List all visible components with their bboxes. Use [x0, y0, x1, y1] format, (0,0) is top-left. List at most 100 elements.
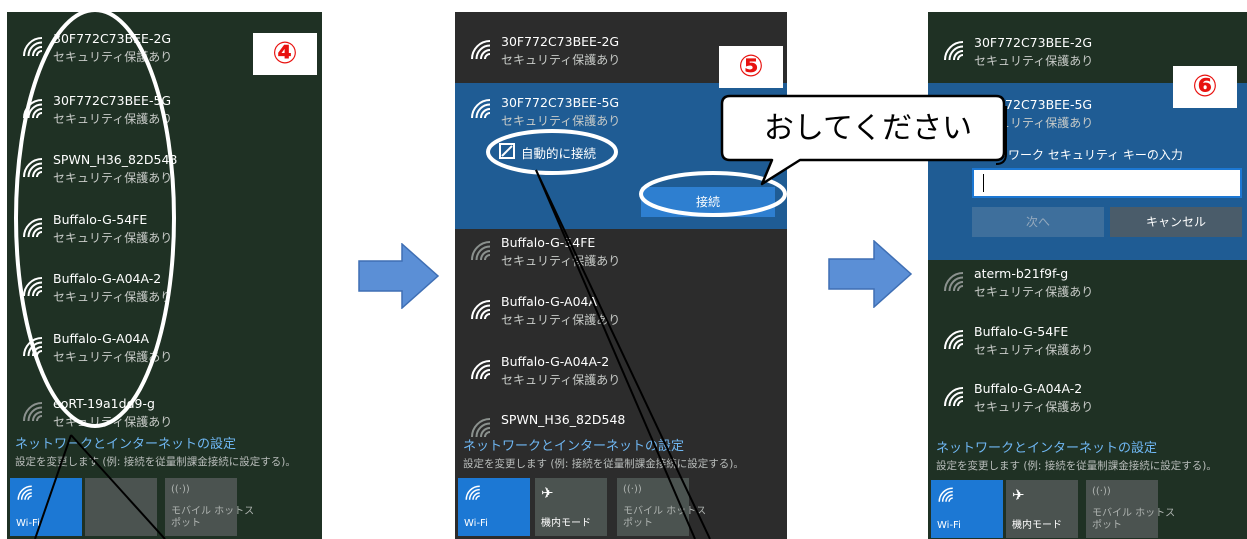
network-security: セキュリティ保護あり: [501, 313, 621, 327]
next-step-arrow-icon: [358, 243, 440, 309]
network-security: セキュリティ保護あり: [53, 350, 173, 364]
network-item[interactable]: Buffalo-G-54FE セキュリティ保護あり: [7, 210, 322, 270]
airplane-mode-tile[interactable]: ✈ 機内モード: [535, 478, 607, 536]
airplane-icon: ✈: [1012, 486, 1025, 504]
wifi-signal-icon: [471, 300, 491, 320]
network-ssid: 30F772C73BEE-5G: [501, 95, 620, 110]
network-settings-link[interactable]: ネットワークとインターネットの設定: [463, 435, 684, 454]
step-number-badge: ⑥: [1173, 66, 1237, 108]
tile-label: Wi-Fi: [16, 518, 40, 529]
connect-button[interactable]: 接続: [641, 187, 775, 217]
wifi-signal-icon: [23, 158, 43, 178]
wifi-signal-icon: [23, 99, 43, 119]
wifi-signal-icon: [944, 330, 964, 350]
network-item[interactable]: Buffalo-G-A04A-2 セキュリティ保護あり: [455, 352, 787, 412]
tile-label: Wi-Fi: [937, 520, 961, 531]
quick-actions: Wi-Fi ✈ 機内モード ((·)) モバイル ホットス ポット: [455, 478, 787, 538]
network-ssid: aterm-b21f9f-g: [974, 266, 1069, 281]
network-settings-link[interactable]: ネットワークとインターネットの設定: [936, 437, 1157, 456]
step-number-badge: ⑤: [719, 46, 783, 88]
network-ssid: Buffalo-G-54FE: [53, 212, 148, 227]
network-ssid: Buffalo-G-A04A: [53, 331, 150, 346]
wifi-panel-step4: 30F772C73BEE-2G セキュリティ保護あり 30F772C73BEE-…: [7, 12, 322, 539]
network-security: セキュリティ保護あり: [974, 400, 1094, 414]
next-step-arrow-icon: [828, 240, 913, 308]
airplane-mode-tile[interactable]: ✈ 機内モード: [1006, 480, 1078, 538]
network-settings-link[interactable]: ネットワークとインターネットの設定: [15, 433, 236, 452]
tile-label: モバイル ホットス ポット: [171, 506, 255, 529]
network-item[interactable]: Buffalo-G-A04A-2 セキュリティ保護あり: [928, 379, 1247, 439]
step-number-badge: ④: [253, 33, 317, 75]
network-security: セキュリティ保護あり: [501, 53, 621, 67]
network-settings-description: 設定を変更します (例: 接続を従量制課金接続に設定する)。: [936, 460, 1217, 472]
network-ssid: Buffalo-G-A04A: [501, 294, 598, 309]
wifi-icon: [465, 485, 481, 501]
wifi-signal-icon: [23, 402, 43, 422]
mobile-hotspot-tile[interactable]: ((·)) モバイル ホットス ポット: [1086, 480, 1175, 538]
wifi-signal-icon: [471, 360, 491, 380]
auto-connect-checkbox[interactable]: [499, 143, 515, 159]
mobile-hotspot-tile[interactable]: ((·)) モバイル ホットス ポット: [165, 478, 254, 536]
network-item[interactable]: Buffalo-G-A04A セキュリティ保護あり: [7, 329, 322, 389]
network-ssid: 30F772C73BEE-5G: [53, 93, 172, 108]
wifi-toggle-tile[interactable]: Wi-Fi: [10, 478, 82, 536]
text-cursor: [983, 174, 984, 192]
network-ssid: 30F772C73BEE-2G: [501, 34, 620, 49]
network-security: セキュリティ保護あり: [974, 343, 1094, 357]
network-ssid: 30F772C73BEE-2G: [974, 35, 1093, 50]
wifi-signal-icon: [23, 277, 43, 297]
network-ssid: eoRT-19a1dd9-g: [53, 396, 155, 411]
network-item[interactable]: aterm-b21f9f-g セキュリティ保護あり: [928, 264, 1247, 324]
wifi-signal-icon: [944, 41, 964, 61]
network-item[interactable]: 30F772C73BEE-5G セキュリティ保護あり: [7, 91, 322, 151]
network-ssid: Buffalo-G-54FE: [501, 235, 596, 250]
network-security: セキュリティ保護あり: [53, 50, 173, 64]
wifi-signal-icon: [471, 40, 491, 60]
hotspot-icon: ((·)): [1092, 486, 1111, 497]
wifi-toggle-tile[interactable]: Wi-Fi: [931, 480, 1003, 538]
wifi-signal-icon: [23, 218, 43, 238]
network-security: セキュリティ保護あり: [974, 54, 1094, 68]
network-ssid: 30F772C73BEE-2G: [53, 31, 172, 46]
wifi-panel-step6: 30F772C73BEE-2G セキュリティ保護あり 30F772C73BEE-…: [928, 12, 1247, 539]
quick-actions: Wi-Fi ((·)) モバイル ホットス ポット: [7, 478, 322, 538]
tile-label: Wi-Fi: [464, 518, 488, 529]
network-security: セキュリティ保護あり: [53, 231, 173, 245]
network-security: セキュリティ保護あり: [53, 415, 173, 429]
network-item[interactable]: Buffalo-G-54FE セキュリティ保護あり: [455, 233, 787, 293]
tile-label: モバイル ホットス ポット: [1092, 508, 1176, 531]
network-ssid: SPWN_H36_82D548: [501, 412, 626, 427]
network-security: セキュリティ保護あり: [501, 373, 621, 387]
wifi-signal-icon: [23, 337, 43, 357]
security-key-input[interactable]: [972, 168, 1242, 198]
wifi-signal-icon: [23, 37, 43, 57]
network-item[interactable]: Buffalo-G-A04A-2 セキュリティ保護あり: [7, 269, 322, 329]
cancel-button[interactable]: キャンセル: [1110, 207, 1242, 237]
next-button[interactable]: 次へ: [972, 207, 1104, 237]
mobile-hotspot-tile[interactable]: ((·)) モバイル ホットス ポット: [617, 478, 706, 536]
airplane-mode-tile[interactable]: [85, 478, 157, 536]
network-security: セキュリティ保護あり: [53, 171, 173, 185]
network-ssid: Buffalo-G-A04A-2: [974, 381, 1083, 396]
network-settings-description: 設定を変更します (例: 接続を従量制課金接続に設定する)。: [15, 456, 296, 468]
network-security: セキュリティ保護あり: [974, 285, 1094, 299]
network-ssid: Buffalo-G-54FE: [974, 324, 1069, 339]
hotspot-icon: ((·)): [171, 484, 190, 495]
network-item[interactable]: Buffalo-G-54FE セキュリティ保護あり: [928, 322, 1247, 382]
airplane-icon: ✈: [541, 484, 554, 502]
checkmark-icon: [501, 145, 513, 157]
network-security: セキュリティ保護あり: [501, 114, 621, 128]
tile-label: 機内モード: [541, 518, 591, 529]
wifi-icon: [938, 487, 954, 503]
network-settings-description: 設定を変更します (例: 接続を従量制課金接続に設定する)。: [463, 458, 744, 470]
network-item[interactable]: Buffalo-G-A04A セキュリティ保護あり: [455, 292, 787, 352]
network-ssid: Buffalo-G-A04A-2: [53, 271, 162, 286]
tile-label: モバイル ホットス ポット: [623, 506, 707, 529]
callout-text: おしてください: [763, 111, 973, 146]
wifi-toggle-tile[interactable]: Wi-Fi: [458, 478, 530, 536]
quick-actions: Wi-Fi ✈ 機内モード ((·)) モバイル ホットス ポット: [928, 480, 1247, 539]
auto-connect-label: 自動的に接続: [521, 146, 597, 161]
network-item[interactable]: SPWN_H36_82D548 セキュリティ保護あり: [7, 150, 322, 210]
hotspot-icon: ((·)): [623, 484, 642, 495]
wifi-icon: [17, 485, 33, 501]
